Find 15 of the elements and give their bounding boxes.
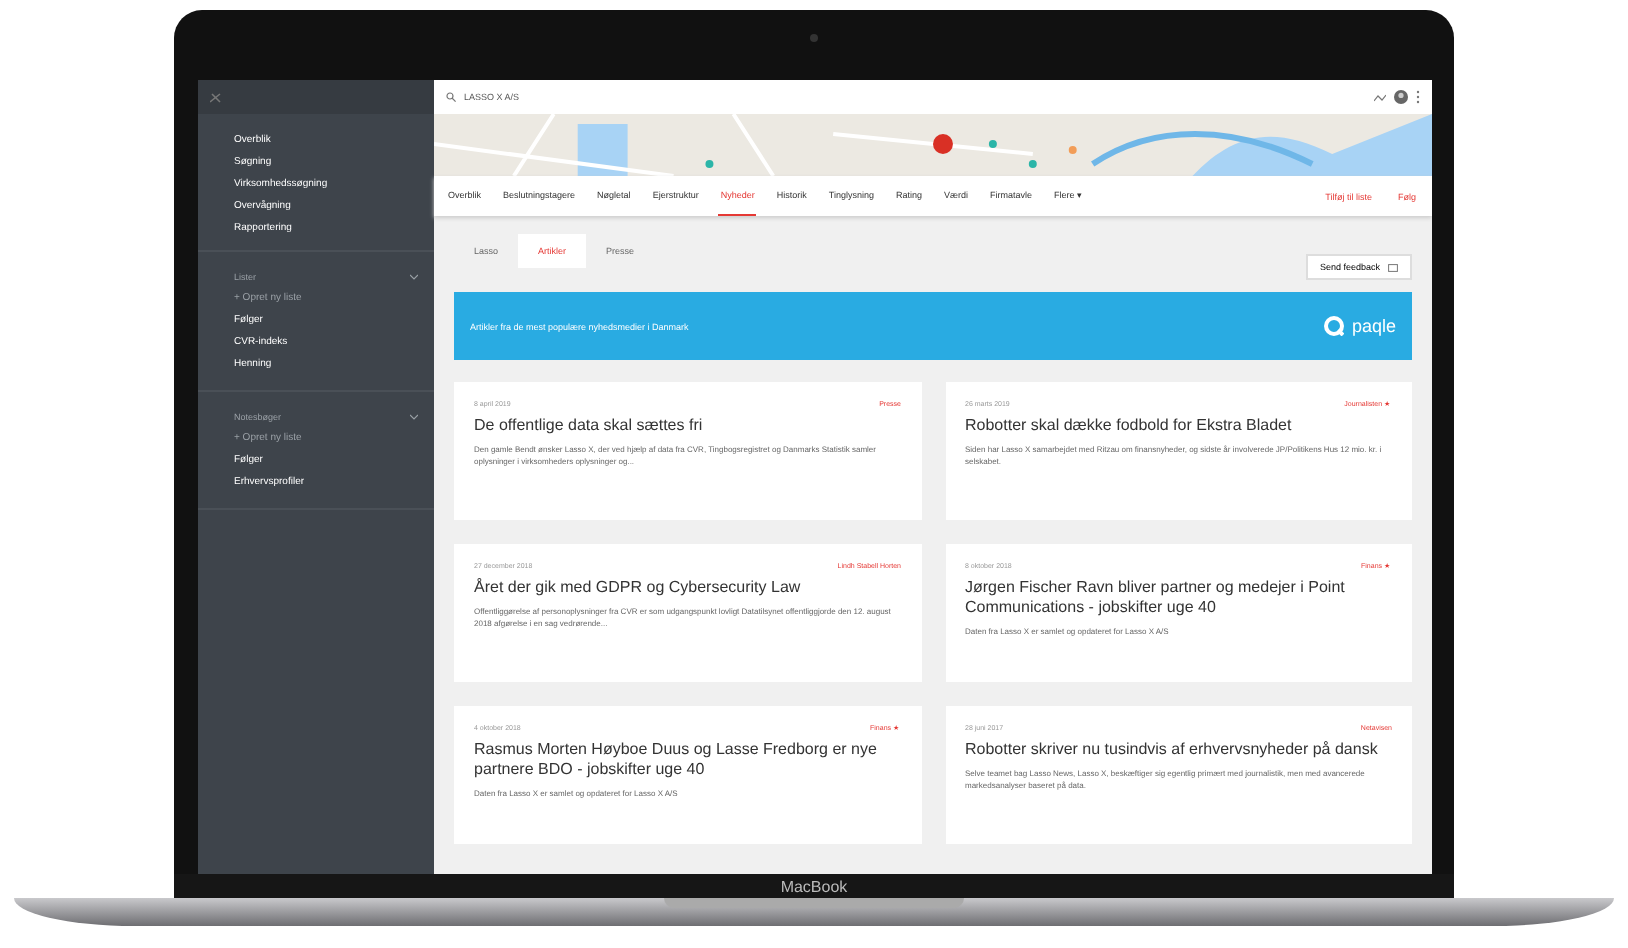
article-title[interactable]: Jørgen Fischer Ravn bliver partner og medejer i Point Communications - jobskifter uge 40 xyxy=(965,578,1392,618)
chart-icon[interactable] xyxy=(1374,93,1386,101)
article-title[interactable]: Robotter skriver nu tusindvis af erhvervsnyheder på dansk xyxy=(965,740,1392,760)
feedback-icon xyxy=(1388,263,1398,271)
avatar-icon[interactable] xyxy=(1394,90,1408,104)
laptop-brand: MacBook xyxy=(780,877,848,895)
brand-name: paqle xyxy=(1351,316,1396,336)
chevron-icon[interactable] xyxy=(410,274,418,280)
camera xyxy=(810,34,818,42)
article-title[interactable]: De offentlige data skal sættes fri xyxy=(474,416,901,436)
search-icon xyxy=(446,92,456,102)
article-title[interactable]: Robotter skal dække fodbold for Ekstra Bladet xyxy=(965,416,1392,436)
article-title[interactable]: Rasmus Morten Høyboe Duus og Lasse Fredborg er nye partnere BDO - jobskifter uge 40 xyxy=(474,740,901,780)
chevron-icon[interactable] xyxy=(410,414,418,420)
article-title[interactable]: Året der gik med GDPR og Cybersecurity Law xyxy=(474,578,901,598)
